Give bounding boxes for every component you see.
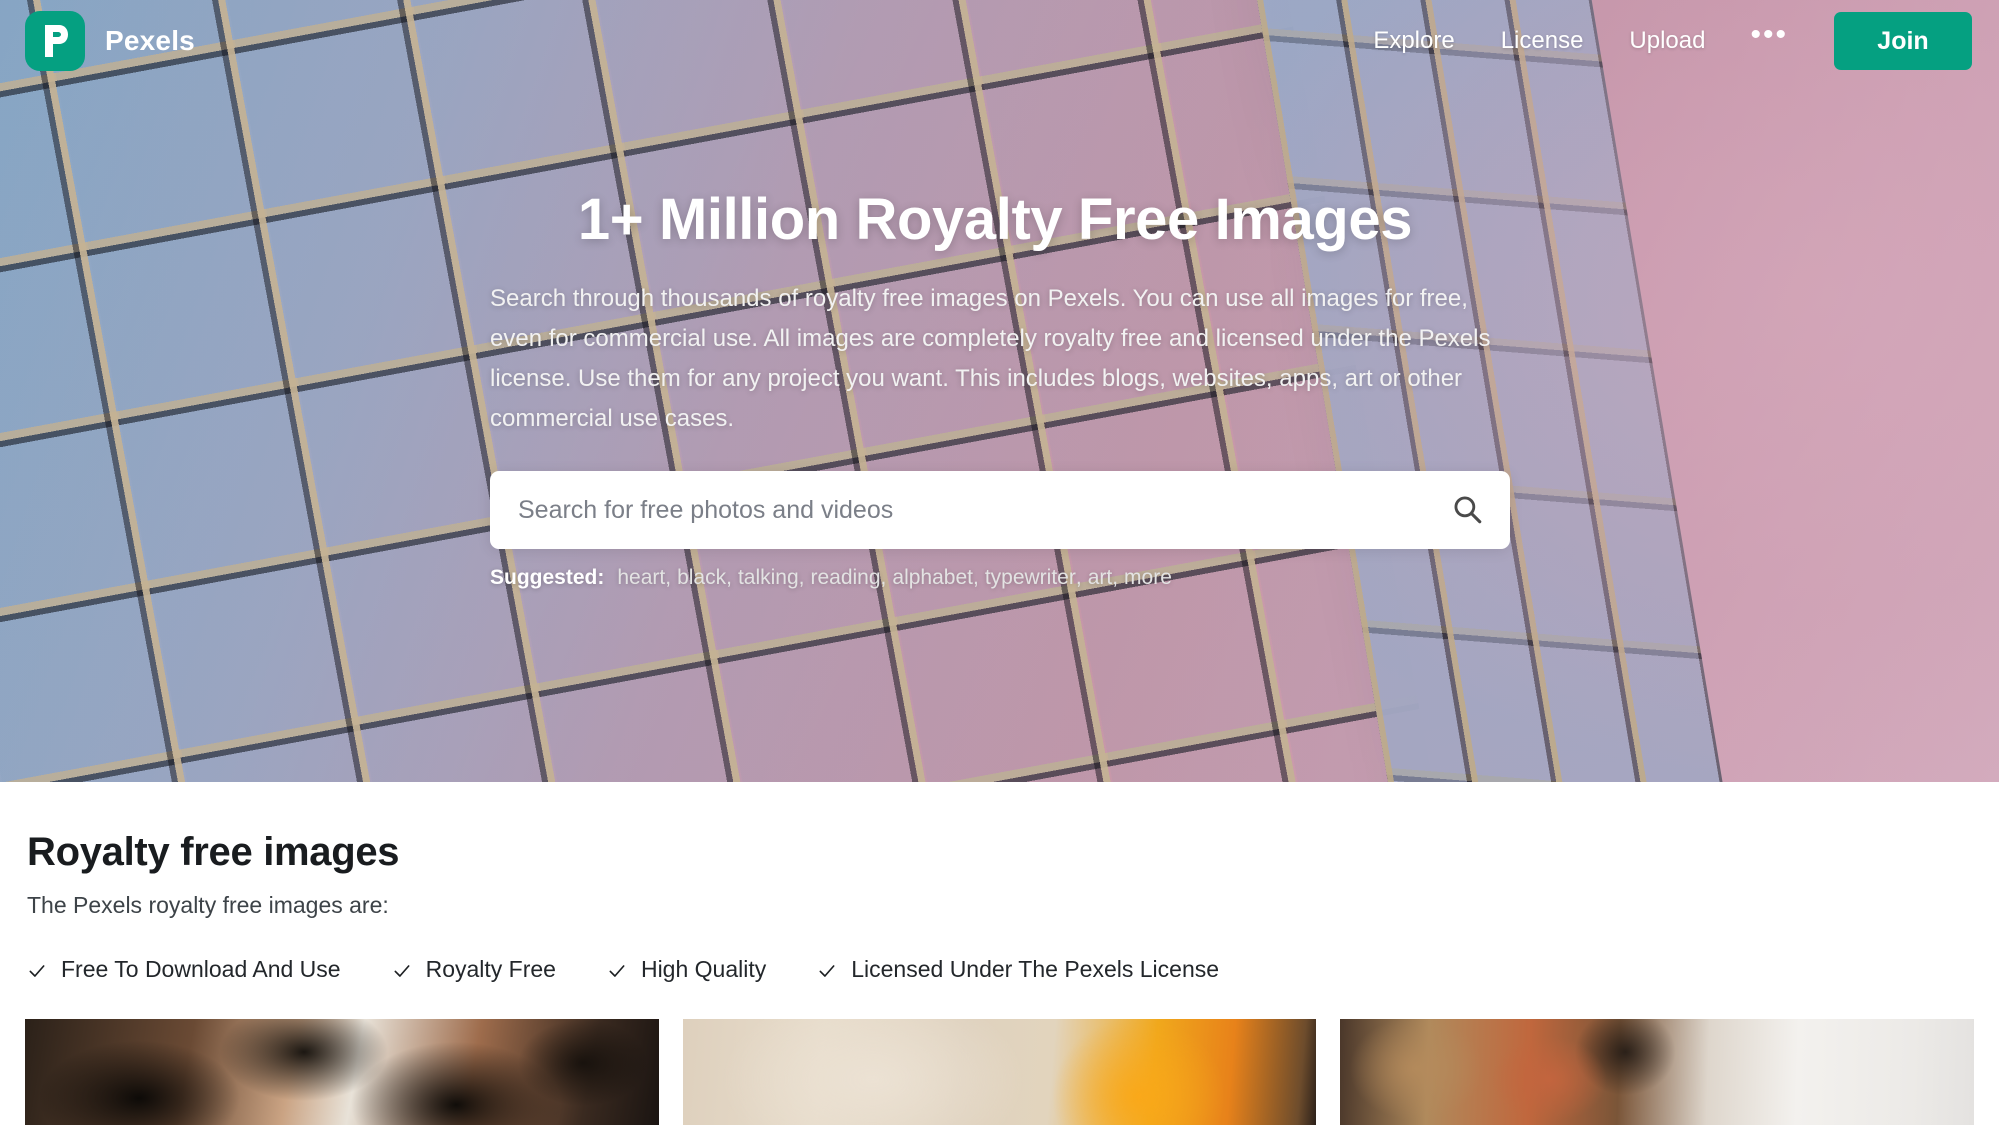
search-bar[interactable] (490, 471, 1510, 549)
photo-thumbnail[interactable] (25, 1019, 659, 1125)
hero-description: Search through thousands of royalty free… (490, 285, 1491, 432)
tag-separator: , (726, 566, 732, 589)
hero-section: Pexels Explore License Upload ••• Join 1… (0, 0, 1999, 782)
tag-separator: , (880, 566, 887, 589)
check-icon (607, 960, 627, 980)
nav-link-license[interactable]: License (1478, 27, 1607, 55)
feature-list: Free To Download And Use Royalty Free Hi… (27, 956, 1999, 983)
photo-grid (0, 1019, 1999, 1125)
search-input[interactable] (490, 495, 1424, 525)
hero-content: Pexels Explore License Upload ••• Join 1… (0, 0, 1999, 782)
feature-label: High Quality (640, 956, 767, 982)
tag-separator: , (798, 566, 805, 589)
suggested-tags: Suggested: heart, black, talking, readin… (490, 566, 1500, 590)
section-title: Royalty free images (27, 830, 400, 874)
brand-name: Pexels (105, 25, 195, 56)
feature-item: Licensed Under The Pexels License (817, 956, 1219, 983)
search-icon (1450, 492, 1484, 529)
tag-separator: , (1112, 566, 1119, 589)
check-icon (392, 960, 412, 980)
check-icon (27, 960, 47, 980)
tag-separator: , (1075, 566, 1082, 589)
suggested-tag-alphabet[interactable]: alphabet (892, 566, 973, 590)
feature-label: Royalty Free (425, 956, 556, 982)
feature-item: Royalty Free (392, 956, 556, 983)
brand[interactable]: Pexels (25, 11, 195, 71)
photo-thumbnail[interactable] (682, 1019, 1317, 1125)
check-icon (817, 960, 837, 980)
section-subtitle: The Pexels royalty free images are: (27, 892, 389, 918)
suggested-tag-black[interactable]: black (677, 566, 726, 590)
suggested-label: Suggested: (490, 566, 605, 589)
feature-label: Free To Download And Use (61, 956, 341, 982)
main-nav: Explore License Upload ••• Join (1350, 12, 1999, 70)
feature-item: Free To Download And Use (27, 956, 341, 983)
page-title: 1+ Million Royalty Free Images (577, 187, 1413, 252)
tag-separator: , (665, 566, 672, 589)
search-button[interactable] (1424, 471, 1510, 549)
tag-separator: , (972, 566, 979, 589)
site-header: Pexels Explore License Upload ••• Join (0, 0, 1999, 82)
ellipsis-icon[interactable]: ••• (1728, 20, 1810, 53)
suggested-tag-talking[interactable]: talking (738, 566, 799, 590)
nav-link-explore[interactable]: Explore (1350, 27, 1477, 55)
suggested-tag-more[interactable]: more (1124, 566, 1172, 590)
suggested-tag-heart[interactable]: heart (617, 566, 665, 590)
nav-link-upload[interactable]: Upload (1606, 27, 1728, 55)
join-button[interactable]: Join (1834, 12, 1972, 70)
hero-inner: 1+ Million Royalty Free Images Search th… (490, 186, 1510, 590)
feature-item: High Quality (607, 956, 766, 983)
suggested-tag-art[interactable]: art (1088, 566, 1113, 590)
suggested-tag-typewriter[interactable]: typewriter (985, 566, 1076, 590)
suggested-tag-reading[interactable]: reading (810, 566, 880, 590)
photo-thumbnail[interactable] (1340, 1019, 1975, 1125)
pexels-p-logo-icon (25, 11, 85, 71)
royalty-free-images-section: Royalty free images The Pexels royalty f… (0, 830, 1999, 1125)
feature-label: Licensed Under The Pexels License (851, 956, 1220, 982)
